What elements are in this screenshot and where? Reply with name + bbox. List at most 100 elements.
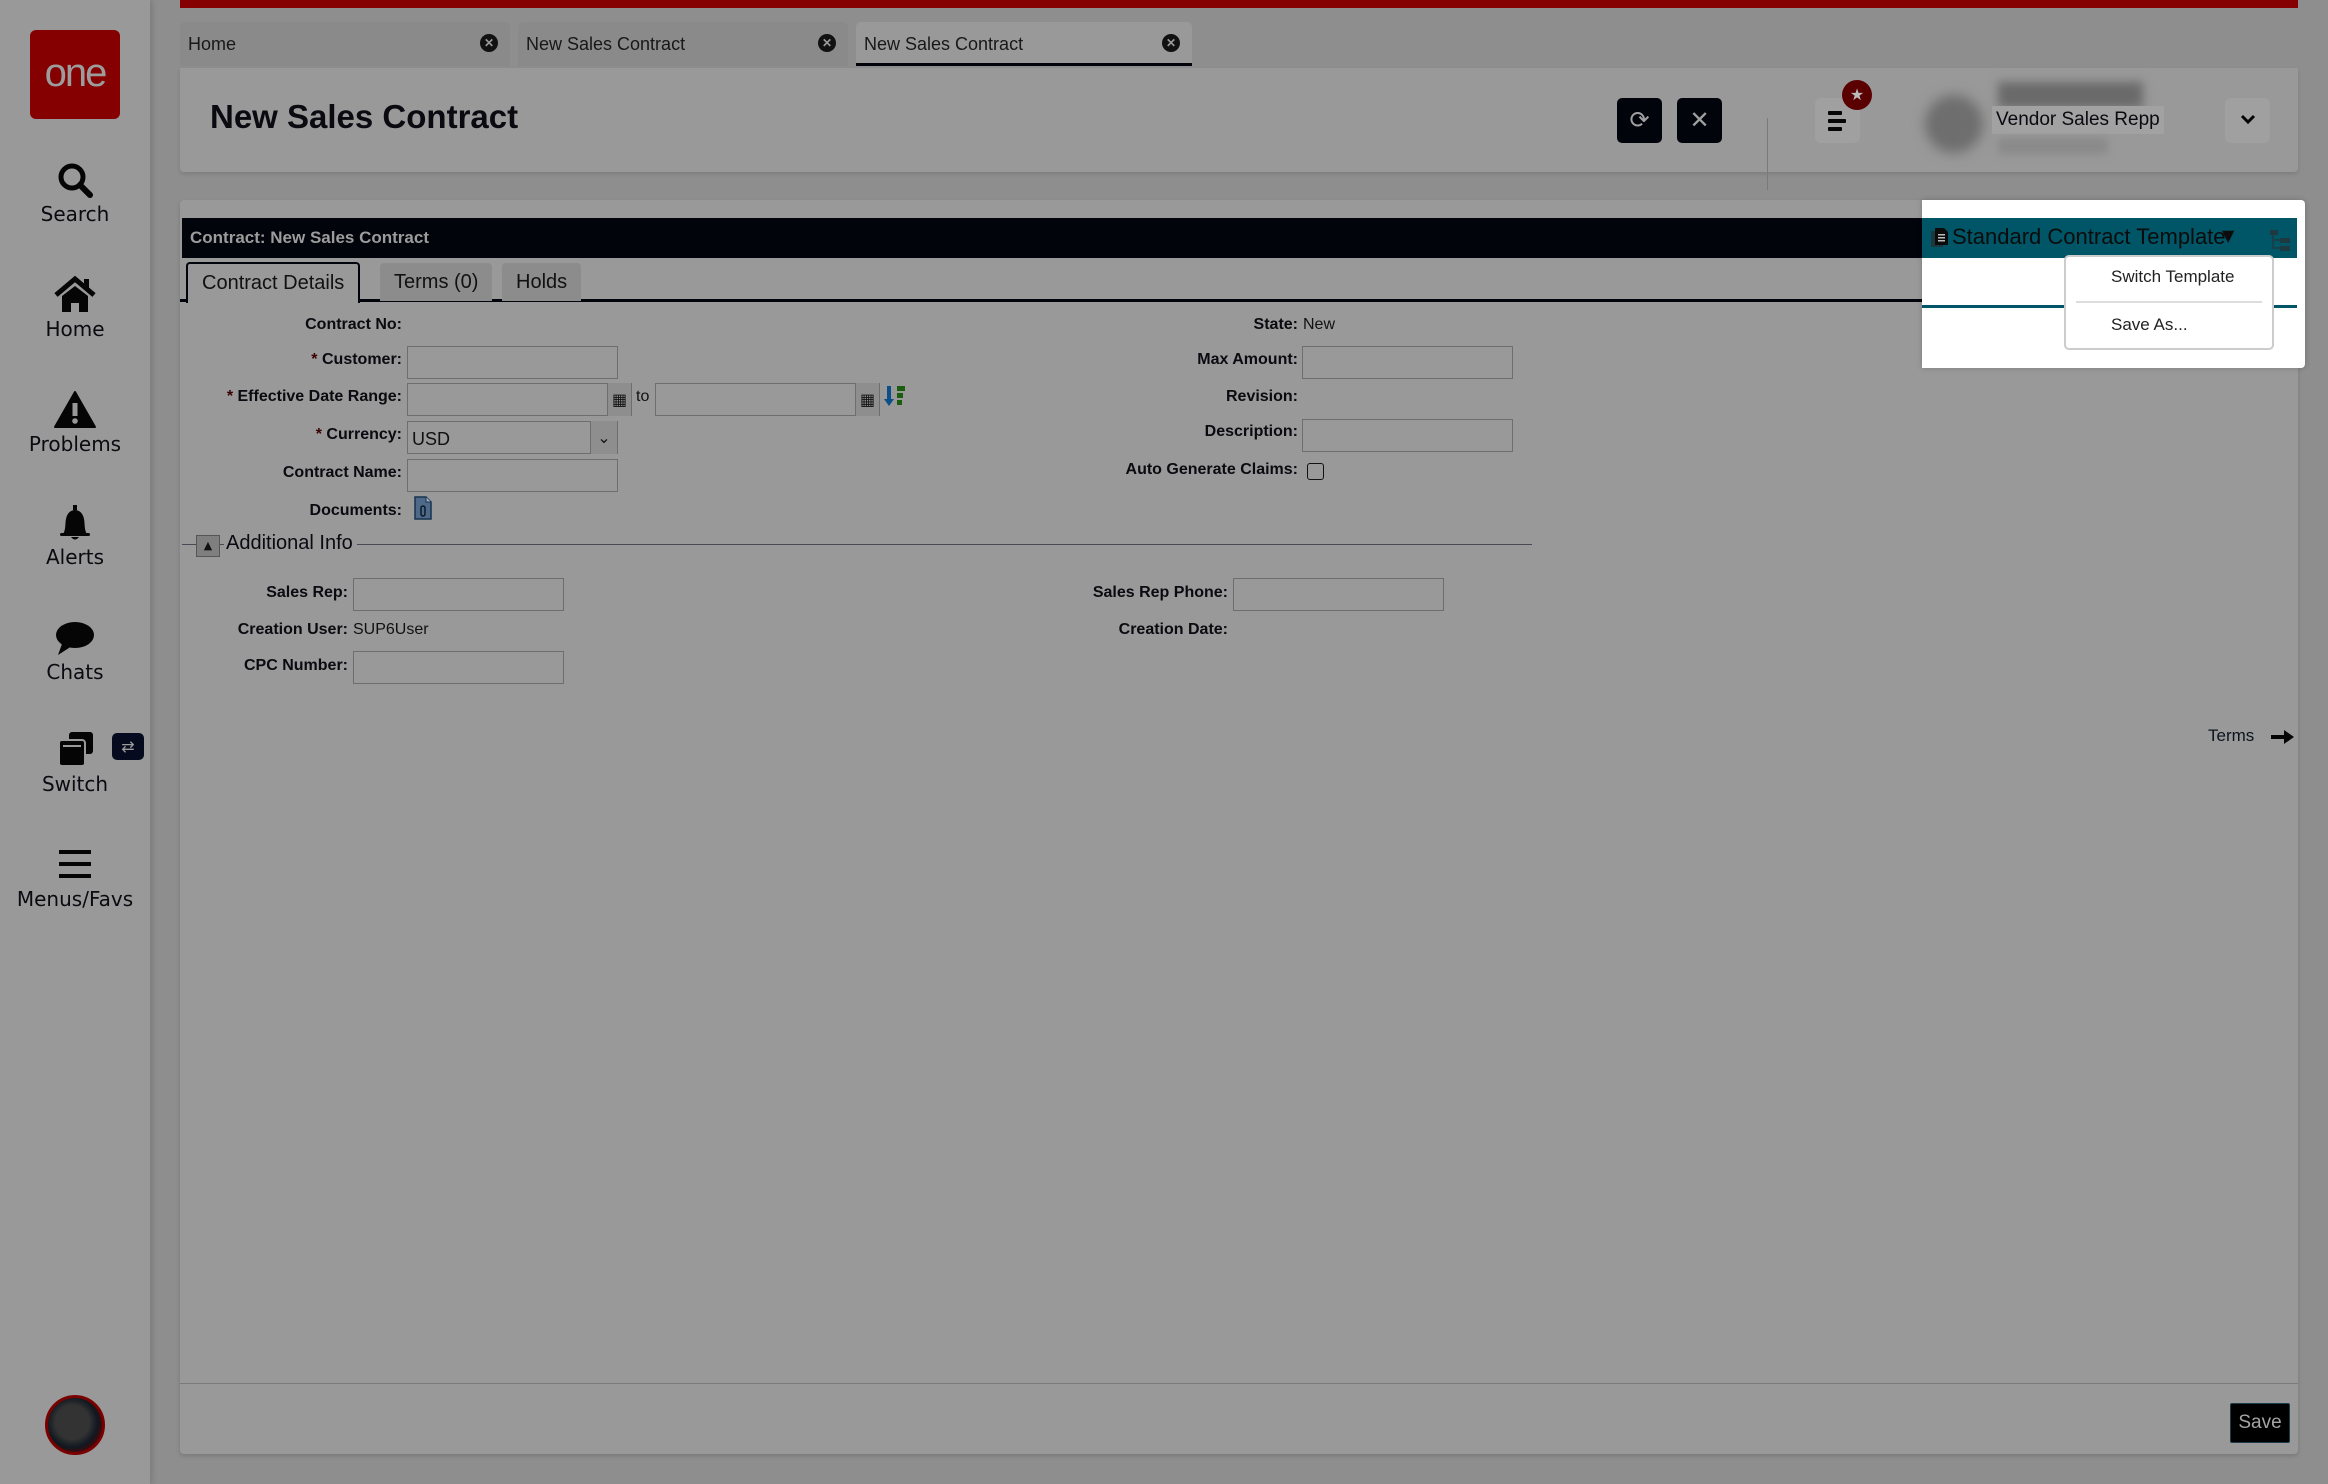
- calendar-icon[interactable]: ▦: [607, 383, 631, 416]
- effective-date-to-input[interactable]: ▦: [655, 383, 880, 416]
- sidebar-item-label: Menus/Favs: [16, 887, 134, 911]
- additional-info-title: Additional Info: [224, 532, 357, 555]
- contract-no-label: Contract No:: [305, 316, 402, 333]
- sidebar-item-label: Chats: [46, 660, 104, 684]
- auto-generate-claims-label: Auto Generate Claims:: [1125, 461, 1298, 478]
- attach-document-icon[interactable]: [414, 496, 432, 520]
- close-page-button[interactable]: ✕: [1677, 98, 1722, 143]
- terms-next-link[interactable]: Terms: [2208, 726, 2295, 746]
- state-value: New: [1303, 316, 1336, 333]
- home-icon: [54, 275, 96, 312]
- app-logo[interactable]: one: [30, 30, 120, 119]
- description-label: Description:: [1204, 423, 1298, 440]
- revision-label: Revision:: [1225, 388, 1298, 405]
- menu-item-save-as[interactable]: Save As...: [2111, 315, 2188, 335]
- user-org-redacted: [1998, 138, 2108, 154]
- sidebar-item-label: Problems: [28, 432, 122, 456]
- star-icon[interactable]: ★: [1842, 80, 1872, 110]
- max-amount-label: Max Amount:: [1197, 351, 1298, 368]
- calendar-icon[interactable]: ▦: [855, 383, 879, 416]
- page-header: New Sales Contract ⟳ ✕ ★ Vendor Sales Re…: [180, 68, 2298, 190]
- user-avatar[interactable]: [45, 1395, 105, 1455]
- creation-user-label: Creation User:: [237, 621, 348, 638]
- date-shift-icon[interactable]: [882, 384, 908, 410]
- page-title: New Sales Contract: [210, 98, 519, 135]
- refresh-icon: ⟳: [1629, 106, 1650, 134]
- header-divider: [1767, 118, 1768, 190]
- caret-down-icon[interactable]: ▼: [2222, 226, 2234, 245]
- template-selector-region: Standard Contract Template ▼ Switch Temp…: [1922, 200, 2305, 368]
- close-tab-icon[interactable]: ✕: [1162, 34, 1180, 52]
- section-divider: [182, 544, 1532, 545]
- save-button[interactable]: Save: [2230, 1403, 2290, 1443]
- sales-rep-input[interactable]: [353, 578, 564, 611]
- hierarchy-icon[interactable]: [2268, 228, 2292, 252]
- date-range-to-label: to: [636, 388, 650, 405]
- sales-rep-label: Sales Rep:: [266, 584, 348, 601]
- chevron-down-icon[interactable]: ⌄: [590, 421, 617, 454]
- document-icon: [1931, 228, 1948, 247]
- arrow-right-icon: [2271, 729, 2295, 744]
- documents-label: Documents:: [309, 502, 402, 519]
- description-input[interactable]: [1302, 419, 1513, 452]
- user-photo[interactable]: [1925, 95, 1983, 153]
- tab-label: Home: [188, 34, 237, 54]
- template-name: Standard Contract Template: [1952, 224, 2226, 249]
- warning-icon: [54, 391, 96, 428]
- user-menu-chevron-down-icon[interactable]: [2225, 98, 2270, 143]
- state-label: State:: [1253, 316, 1298, 333]
- sidebar-item-label: Search: [40, 202, 110, 226]
- sidebar-item-label: Home: [45, 317, 105, 341]
- cpc-number-input[interactable]: [353, 651, 564, 684]
- currency-label: * Currency:: [315, 426, 402, 443]
- switch-arrows-icon[interactable]: ⇄: [112, 733, 144, 760]
- sidebar-item-problems[interactable]: Problems: [0, 390, 150, 456]
- customer-input[interactable]: [407, 346, 618, 379]
- tab-terms[interactable]: Terms (0): [380, 263, 493, 301]
- tab-new-sales-contract[interactable]: New Sales Contract ✕: [518, 22, 848, 66]
- refresh-button[interactable]: ⟳: [1617, 98, 1662, 143]
- sidebar-item-label: Switch: [41, 772, 109, 796]
- auto-generate-claims-checkbox[interactable]: [1307, 463, 1324, 480]
- sidebar: one Search Home Problems Alerts Chats Sw…: [0, 0, 150, 1484]
- effective-date-from-input[interactable]: ▦: [407, 383, 632, 416]
- search-icon: [58, 163, 93, 198]
- user-role: Vendor Sales Repp: [1992, 106, 2164, 134]
- tab-label: New Sales Contract: [526, 34, 686, 54]
- sidebar-item-search[interactable]: Search: [0, 160, 150, 226]
- bell-icon: [60, 505, 90, 540]
- sales-rep-phone-label: Sales Rep Phone:: [1092, 584, 1228, 601]
- close-tab-icon[interactable]: ✕: [480, 34, 498, 52]
- customer-label: * Customer:: [311, 351, 402, 368]
- menu-separator: [2076, 301, 2262, 303]
- sidebar-item-alerts[interactable]: Alerts: [0, 503, 150, 569]
- brand-top-bar: [180, 0, 2298, 8]
- sidebar-item-chats[interactable]: Chats: [0, 618, 150, 684]
- creation-user-value: SUP6User: [353, 621, 429, 638]
- footer-divider: [180, 1383, 2298, 1384]
- contract-panel: Contract: New Sales Contract Contract De…: [180, 200, 2298, 1454]
- max-amount-input[interactable]: [1302, 346, 1513, 379]
- tab-new-sales-contract-active[interactable]: New Sales Contract ✕: [856, 22, 1192, 66]
- close-icon: ✕: [1689, 106, 1710, 134]
- tab-label: New Sales Contract: [864, 34, 1024, 54]
- sales-rep-phone-input[interactable]: [1233, 578, 1444, 611]
- sidebar-item-home[interactable]: Home: [0, 275, 150, 341]
- hamburger-icon: [59, 850, 91, 878]
- sidebar-item-label: Alerts: [45, 545, 105, 569]
- chat-icon: [56, 622, 94, 655]
- collapse-toggle-icon[interactable]: ▲: [196, 535, 220, 557]
- tab-home[interactable]: Home ✕: [180, 22, 510, 66]
- contract-name-input[interactable]: [407, 459, 618, 492]
- template-selector[interactable]: Standard Contract Template ▼: [1922, 218, 2297, 258]
- close-tab-icon[interactable]: ✕: [818, 34, 836, 52]
- user-name-redacted: [1998, 82, 2143, 108]
- sidebar-item-menus-favs[interactable]: Menus/Favs: [0, 845, 150, 911]
- tab-contract-details[interactable]: Contract Details: [186, 262, 361, 303]
- contract-name-label: Contract Name:: [282, 464, 402, 481]
- currency-select[interactable]: USD ⌄: [407, 421, 618, 454]
- template-dropdown-menu: Switch Template Save As...: [2064, 255, 2274, 350]
- windows-icon: [58, 732, 93, 767]
- menu-item-switch-template[interactable]: Switch Template: [2111, 267, 2234, 287]
- tab-holds[interactable]: Holds: [502, 263, 582, 301]
